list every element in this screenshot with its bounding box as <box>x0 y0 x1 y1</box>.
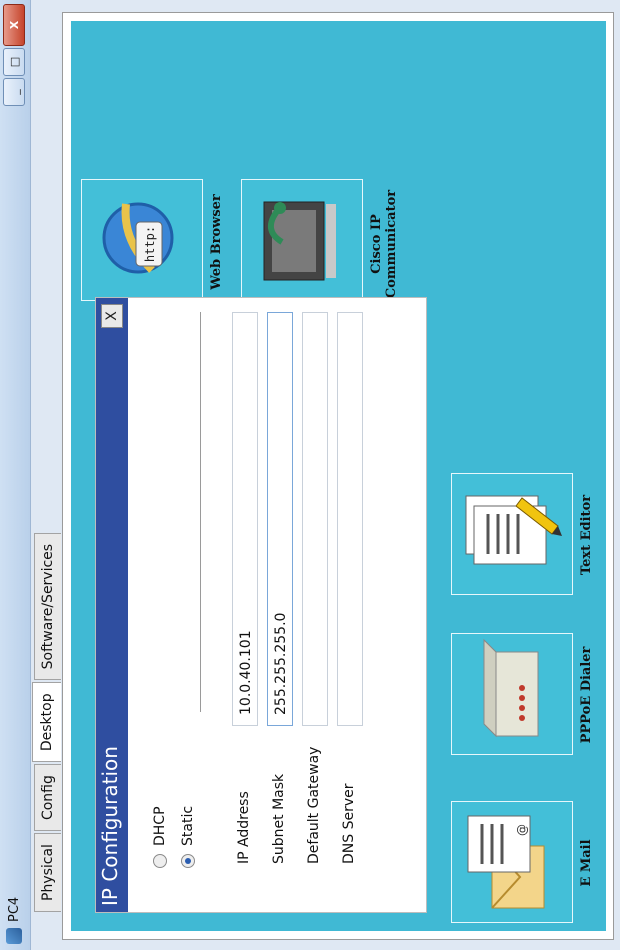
pppoe-dialer-label: PPPoE Dialer <box>579 646 594 744</box>
tab-software-services[interactable]: Software/Services <box>34 532 61 681</box>
maximize-button[interactable]: □ <box>3 48 25 76</box>
dhcp-radio[interactable] <box>153 854 167 868</box>
pc-app-icon <box>6 928 22 944</box>
pppoe-dialer-icon <box>483 638 539 738</box>
dns-server-input[interactable] <box>337 312 363 726</box>
dns-server-label: DNS Server <box>341 783 357 865</box>
static-option[interactable]: Static <box>180 806 196 868</box>
tab-physical[interactable]: Physical <box>34 833 61 912</box>
desktop-tab-panel: http: Web Browser Cisco IP Communicator <box>62 12 614 940</box>
dialog-header: IP Configuration X <box>96 298 128 912</box>
ip-address-label: IP Address <box>236 791 252 864</box>
ip-address-input[interactable]: 10.0.40.101 <box>232 312 258 726</box>
text-editor-tile[interactable] <box>451 473 573 595</box>
web-browser-tile[interactable]: http: <box>81 179 203 301</box>
ip-configuration-dialog: IP Configuration X DHCP Static IP Addres… <box>95 297 427 913</box>
rotated-window: PC4 _ □ X Physical Config Desktop Softwa… <box>0 0 620 950</box>
cisco-ip-communicator-icon <box>263 201 336 281</box>
pppoe-dialer-tile[interactable] <box>451 633 573 755</box>
web-browser-icon: http: <box>102 202 174 274</box>
http-label: http: <box>143 226 157 262</box>
email-label: E Mail <box>579 839 594 887</box>
minimize-button[interactable]: _ <box>3 78 25 106</box>
window-controls: _ □ X <box>3 4 25 106</box>
tab-config[interactable]: Config <box>34 764 61 832</box>
static-label: Static <box>180 805 196 846</box>
close-window-button[interactable]: X <box>3 4 25 46</box>
static-radio[interactable] <box>181 854 195 868</box>
dhcp-option[interactable]: DHCP <box>152 806 168 868</box>
default-gateway-input[interactable] <box>302 312 328 726</box>
email-icon: @ <box>467 815 545 909</box>
title-bar: PC4 _ □ X <box>0 0 31 950</box>
svg-text:@: @ <box>515 824 529 836</box>
web-browser-label: Web Browser <box>209 194 224 290</box>
dhcp-label: DHCP <box>152 806 168 846</box>
window-title: PC4 <box>7 896 22 922</box>
dialog-title: IP Configuration <box>98 746 122 906</box>
subnet-mask-input[interactable]: 255.255.255.0 <box>267 312 293 726</box>
tab-desktop[interactable]: Desktop <box>32 682 61 763</box>
dialog-divider <box>200 312 201 712</box>
default-gateway-label: Default Gateway <box>306 746 322 864</box>
email-tile[interactable]: @ <box>451 801 573 923</box>
text-editor-icon <box>465 495 562 565</box>
dialog-close-button[interactable]: X <box>101 304 123 328</box>
text-editor-label: Text Editor <box>579 494 594 576</box>
tab-bar: Physical Config Desktop Software/Service… <box>32 531 62 912</box>
cisco-ip-communicator-tile[interactable] <box>241 179 363 301</box>
desktop-area: http: Web Browser Cisco IP Communicator <box>71 21 606 931</box>
subnet-mask-label: Subnet Mask <box>271 773 287 864</box>
